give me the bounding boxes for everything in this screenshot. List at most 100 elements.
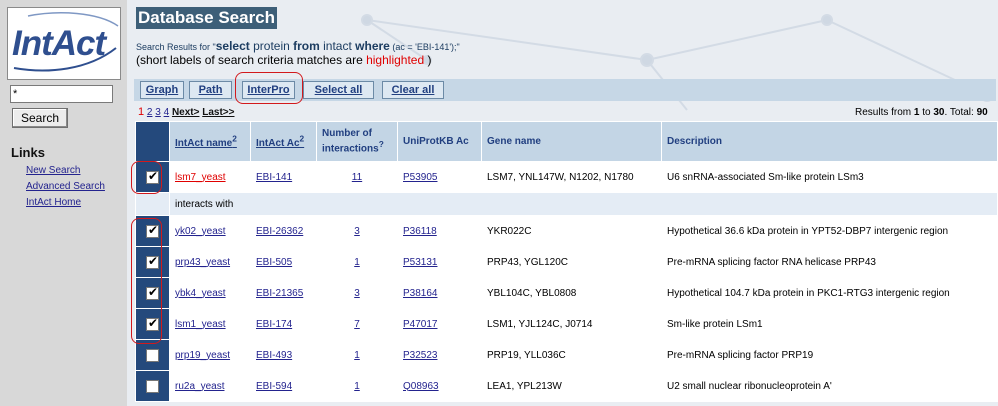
uniprot-link[interactable]: Q08963 [403, 381, 439, 392]
row-checkbox[interactable] [146, 379, 159, 393]
table-row: lsm1_yeast EBI-174 7 P47017 LSM1, YJL124C, J… [135, 308, 998, 340]
query-keyword-where: where [355, 39, 390, 53]
checkbox-column-header [135, 121, 170, 162]
intact-home-link[interactable]: IntAct Home [26, 197, 81, 208]
results-summary: Results from 1 to 30. Total: 90 [855, 107, 988, 118]
intact-ac-sort-link[interactable]: IntAct Ac2 [256, 134, 304, 149]
path-button[interactable]: Path [189, 81, 232, 99]
table-row: prp19_yeast EBI-493 1 P32523 PRP19, YLL036C P… [135, 339, 998, 371]
row-checkbox[interactable] [146, 348, 159, 362]
intact-ac-link[interactable]: EBI-493 [256, 350, 292, 361]
col-header-intact-ac[interactable]: IntAct Ac2 [250, 121, 317, 162]
intact-name-link[interactable]: lsm7_yeast [175, 172, 226, 183]
interactions-cell: 3 [316, 215, 398, 247]
description-cell: Pre-mRNA splicing factor PRP19 [661, 339, 998, 371]
description-cell: Hypothetical 104.7 kDa protein in PKC1-R… [661, 277, 998, 309]
intact-name-link[interactable]: ybk4_yeast [175, 288, 226, 299]
uniprot-link[interactable]: P38164 [403, 288, 437, 299]
table-row: yk02_yeast EBI-26362 3 P36118 YKR022CHypothe… [135, 215, 998, 247]
uniprot-link[interactable]: P36118 [403, 226, 437, 237]
uniprot-link[interactable]: P47017 [403, 319, 437, 330]
col-header-description: Description [661, 121, 998, 162]
intact-name-link[interactable]: lsm1_yeast [175, 319, 226, 330]
table-row: ybk4_yeast EBI-21365 3 P38164 YBL104C, YBL08… [135, 277, 998, 309]
ac-cell: EBI-26362 [250, 215, 317, 247]
uniprot-link[interactable]: P53131 [403, 257, 437, 268]
ac-cell: EBI-493 [250, 339, 317, 371]
links-heading: Links [11, 145, 45, 160]
interactions-cell: 11 [316, 161, 398, 193]
ac-cell: EBI-141 [250, 161, 317, 193]
interactions-cell: 3 [316, 277, 398, 309]
uniprot-link[interactable]: P32523 [403, 350, 437, 361]
page-link-2[interactable]: 2 [147, 107, 153, 118]
ac-cell: EBI-594 [250, 370, 317, 402]
gene-cell: LSM1, YJL124C, J0714 [481, 308, 662, 340]
interactions-link[interactable]: 11 [352, 172, 362, 183]
row-checkbox-cell [135, 370, 170, 402]
intact-ac-link[interactable]: EBI-21365 [256, 288, 303, 299]
search-button[interactable]: Search [12, 108, 68, 128]
intact-logo[interactable]: IntAct [7, 7, 121, 80]
ac-cell: EBI-174 [250, 308, 317, 340]
query-condition: (ac = 'EBI-141');" [389, 42, 460, 52]
select-all-button[interactable]: Select all [303, 81, 374, 99]
logo-text: IntAct [12, 24, 106, 63]
name-cell: yk02_yeast [169, 215, 251, 247]
intact-name-sort-link[interactable]: IntAct name2 [175, 134, 237, 149]
next-page-link[interactable]: Next> [172, 107, 200, 118]
query-protein-row: lsm7_yeast EBI-141 11 P53905 LSM7, YNL14… [135, 161, 998, 193]
interactions-link[interactable]: 1 [354, 257, 360, 268]
results-prefix: Results from [855, 107, 914, 118]
intact-ac-link[interactable]: EBI-141 [256, 172, 292, 183]
name-cell: lsm1_yeast [169, 308, 251, 340]
interactions-link[interactable]: 1 [354, 350, 360, 361]
search-input[interactable] [10, 85, 113, 103]
interacts-with-label: interacts with [169, 192, 998, 216]
intact-name-link[interactable]: ru2a_yeast [175, 381, 224, 392]
graph-button[interactable]: Graph [140, 81, 184, 99]
clear-all-button[interactable]: Clear all [382, 81, 444, 99]
name-cell: lsm7_yeast [169, 161, 251, 193]
table-header-row: IntAct name2 IntAct Ac2 Number of interac… [135, 121, 998, 162]
interactions-link[interactable]: 3 [354, 226, 360, 237]
description-cell: U2 small nuclear ribonucleoprotein A' [661, 370, 998, 402]
spacer-row: interacts with [135, 192, 998, 216]
last-page-link[interactable]: Last>> [202, 107, 234, 118]
intact-name-link[interactable]: prp19_yeast [175, 350, 230, 361]
page-link-3[interactable]: 3 [155, 107, 161, 118]
uniprot-link[interactable]: P53905 [403, 172, 437, 183]
intact-ac-link[interactable]: EBI-594 [256, 381, 292, 392]
selected-checkboxes-annotation-ring [131, 218, 162, 344]
new-search-link[interactable]: New Search [26, 165, 80, 176]
col-header-interactions: Number of interactions? [316, 121, 398, 162]
ac-cell: EBI-505 [250, 246, 317, 278]
uniprot-cell: P53131 [397, 246, 482, 278]
spacer-cell [135, 192, 170, 216]
interactions-link[interactable]: 3 [354, 288, 360, 299]
intact-ac-link[interactable]: EBI-174 [256, 319, 292, 330]
interpro-annotation-ring [235, 72, 303, 104]
query-protein: protein [249, 39, 294, 53]
advanced-search-link[interactable]: Advanced Search [26, 181, 105, 192]
interactions-cell: 1 [316, 370, 398, 402]
intact-name-link[interactable]: yk02_yeast [175, 226, 226, 237]
col-header-intact-name[interactable]: IntAct name2 [169, 121, 251, 162]
page-title: Database Search [136, 7, 278, 29]
results-total: 90 [976, 107, 988, 118]
name-cell: ybk4_yeast [169, 277, 251, 309]
page-link-4[interactable]: 4 [164, 107, 170, 118]
description-cell: U6 snRNA-associated Sm-like protein LSm3 [661, 161, 998, 193]
intact-ac-link[interactable]: EBI-26362 [256, 226, 303, 237]
uniprot-cell: P36118 [397, 215, 482, 247]
gene-cell: YBL104C, YBL0808 [481, 277, 662, 309]
name-cell: prp43_yeast [169, 246, 251, 278]
interactions-cell: 1 [316, 246, 398, 278]
search-query-text: Search Results for "select protein from … [136, 39, 460, 53]
interactions-link[interactable]: 7 [354, 319, 360, 330]
col-header-uniprot: UniProtKB Ac [397, 121, 482, 162]
intact-name-link[interactable]: prp43_yeast [175, 257, 230, 268]
intact-ac-link[interactable]: EBI-505 [256, 257, 292, 268]
main-content: Database Search Search Results for "sele… [127, 0, 998, 406]
interactions-link[interactable]: 1 [354, 381, 360, 392]
